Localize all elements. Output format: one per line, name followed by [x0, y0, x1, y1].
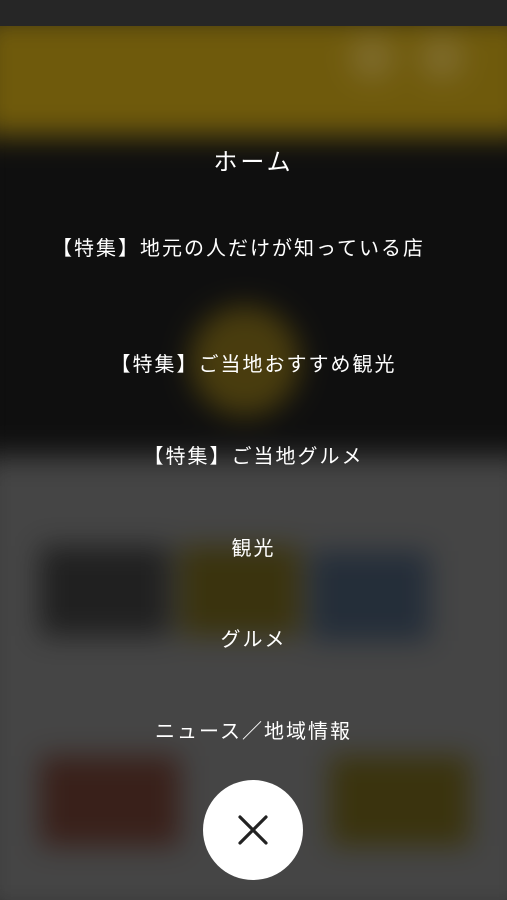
menu-item-home[interactable]: ホーム — [48, 146, 459, 178]
overlay-menu: ホーム 【特集】地元の人だけが知っている店 【特集】ご当地おすすめ観光 【特集】… — [0, 26, 507, 900]
screen: ホーム 【特集】地元の人だけが知っている店 【特集】ご当地おすすめ観光 【特集】… — [0, 0, 507, 900]
menu-item-gourmet[interactable]: グルメ — [48, 623, 459, 655]
close-button[interactable] — [203, 780, 303, 880]
close-icon — [238, 815, 268, 845]
status-bar — [0, 0, 507, 26]
menu-item-feature-gourmet[interactable]: 【特集】ご当地グルメ — [48, 440, 459, 472]
menu-item-sightseeing[interactable]: 観光 — [48, 532, 459, 564]
menu-item-feature-sightseeing[interactable]: 【特集】ご当地おすすめ観光 — [48, 348, 459, 380]
menu-item-news[interactable]: ニュース／地域情報 — [48, 715, 459, 747]
menu-item-feature-local-shops[interactable]: 【特集】地元の人だけが知っている店 — [52, 232, 452, 264]
